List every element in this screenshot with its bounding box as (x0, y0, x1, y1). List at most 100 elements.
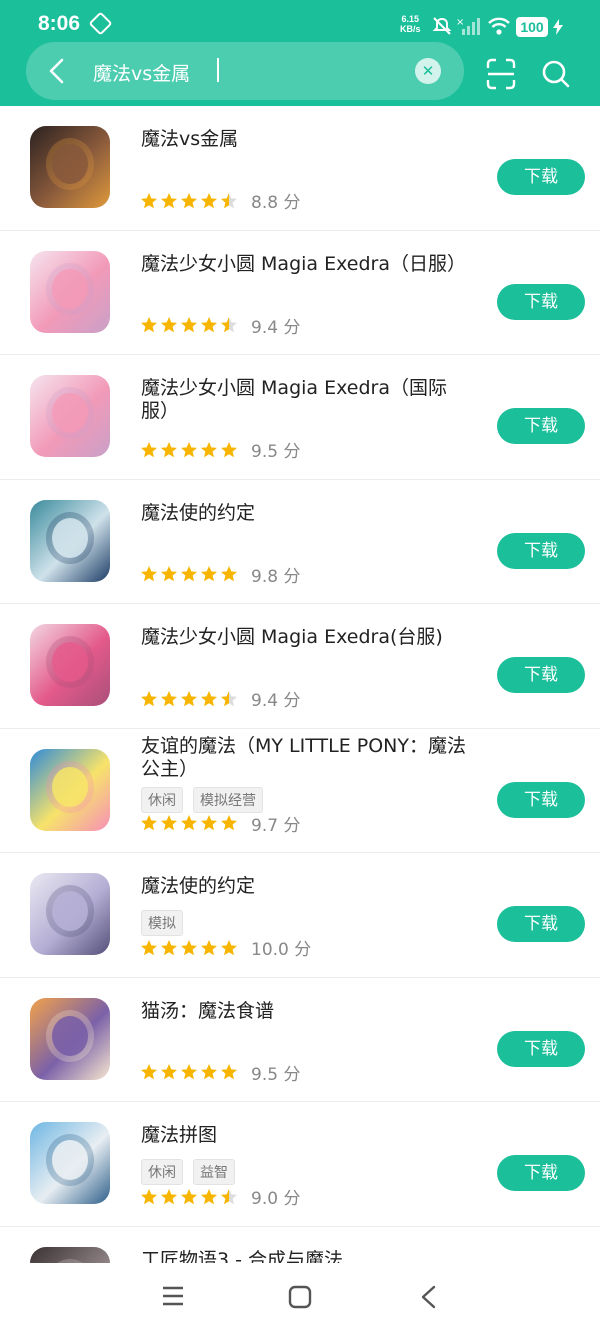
app-name[interactable]: 友谊的魔法（MY LITTLE PONY：魔法公主） (141, 735, 471, 781)
star-icon (141, 441, 157, 457)
svg-text:×: × (456, 17, 464, 28)
app-name[interactable]: 魔法使的约定 (141, 875, 471, 898)
app-score: 8.8 分 (251, 193, 301, 213)
icon-art (52, 144, 88, 184)
app-list-item[interactable]: 魔法使的约定 模拟 10.0 分 下载 (0, 853, 600, 978)
skull-game-icon[interactable] (30, 126, 110, 208)
star-icon (201, 441, 217, 457)
app-rating: 9.7 分 (140, 811, 300, 836)
star-icon (221, 939, 237, 955)
clear-icon[interactable]: ✕ (415, 58, 441, 84)
star-icon (181, 192, 197, 208)
icon-art (52, 642, 88, 682)
menu-icon[interactable] (161, 1285, 185, 1307)
app-rating: 9.5 分 (140, 1060, 300, 1085)
signal-icon: × (456, 17, 480, 35)
app-rating: 10.0 分 (140, 935, 311, 960)
star-rating (140, 690, 238, 708)
icon-art (52, 517, 88, 558)
download-button[interactable]: 下载 (497, 781, 585, 818)
download-button[interactable]: 下载 (497, 906, 585, 942)
app-rating: 9.5 分 (140, 437, 300, 462)
app-name[interactable]: 魔法拼图 (141, 1124, 471, 1147)
anime-boy-icon[interactable] (30, 499, 110, 582)
app-tag: 模拟 (141, 910, 183, 936)
anime-girl-icon[interactable] (30, 624, 110, 706)
star-icon (161, 690, 177, 706)
star-rating (140, 316, 238, 334)
header: 8:06 6.15 KB/s × 100 魔法vs金属 ✕ (0, 0, 600, 106)
star-icon (201, 1064, 217, 1080)
app-list[interactable]: 魔法vs金属 8.8 分下载 魔法少女小圆 Magia Exedra（日服） 9.4 … (0, 106, 600, 1263)
star-icon (201, 192, 217, 208)
star-icon (201, 690, 217, 706)
search-bar[interactable]: 魔法vs金属 ✕ (26, 42, 464, 100)
app-name[interactable]: 猫汤：魔法食谱 (141, 1000, 471, 1023)
star-rating (140, 1188, 238, 1206)
star-icon (201, 317, 217, 333)
cat-wizard-icon[interactable] (30, 997, 110, 1080)
download-button[interactable]: 下载 (497, 657, 585, 693)
star-rating (140, 1063, 238, 1081)
anime-boy-icon[interactable] (30, 873, 110, 955)
scan-icon[interactable] (486, 58, 516, 90)
app-list-item[interactable]: 魔法拼图 休闲 益智 9.0 分 下载 (0, 1102, 600, 1227)
download-button[interactable]: 下载 (497, 1155, 585, 1191)
star-icon (221, 441, 237, 457)
app-rating: 9.4 分 (140, 686, 300, 711)
anime-girl-icon[interactable] (30, 375, 110, 457)
star-icon (161, 1188, 177, 1204)
download-button[interactable]: 下载 (497, 1030, 585, 1067)
home-icon[interactable] (288, 1285, 312, 1309)
search-input[interactable]: 魔法vs金属 (93, 59, 190, 86)
app-list-item[interactable]: 猫汤：魔法食谱 9.5 分 下载 (0, 978, 600, 1102)
back-arrow-icon[interactable] (48, 58, 64, 84)
download-button[interactable]: 下载 (497, 283, 585, 320)
star-rating (140, 939, 238, 957)
app-list-item[interactable]: 魔法少女小圆 Magia Exedra（日服） 9.4 分 下载 (0, 231, 600, 355)
star-rating (140, 814, 238, 832)
app-tag: 休闲 (141, 786, 183, 813)
download-button[interactable]: 下载 (497, 532, 585, 569)
icon-art (52, 766, 88, 807)
download-button[interactable]: 下载 (497, 408, 585, 444)
notification-icon (88, 11, 113, 36)
app-list-item[interactable]: 工匠物语3 - 合成与魔法 (0, 1227, 600, 1264)
system-nav-bar (0, 1263, 600, 1333)
icon-art (52, 268, 88, 309)
app-name[interactable]: 魔法vs金属 (141, 128, 471, 151)
star-icon (201, 1188, 217, 1204)
star-rating (140, 192, 238, 210)
pony-icon[interactable] (30, 748, 110, 831)
star-icon (141, 192, 157, 208)
nav-back-icon[interactable] (420, 1285, 436, 1309)
app-name[interactable]: 魔法使的约定 (141, 502, 471, 525)
app-rating: 9.8 分 (140, 562, 300, 587)
star-rating (140, 565, 238, 583)
wifi-icon (488, 17, 510, 35)
app-name[interactable]: 魔法少女小圆 Magia Exedra（日服） (141, 253, 471, 276)
app-name[interactable]: 魔法少女小圆 Magia Exedra(台服) (141, 626, 471, 649)
app-name[interactable]: 魔法少女小圆 Magia Exedra（国际服） (141, 377, 471, 423)
app-list-item[interactable]: 魔法vs金属 8.8 分 下载 (0, 106, 600, 231)
star-icon (221, 192, 237, 208)
app-list-item[interactable]: 魔法少女小圆 Magia Exedra(台服) 9.4 分 下载 (0, 604, 600, 729)
craftsman-icon[interactable] (30, 1246, 110, 1263)
app-list-item[interactable]: 魔法少女小圆 Magia Exedra（国际服） 9.5 分 下载 (0, 355, 600, 480)
app-rating: 9.4 分 (140, 313, 300, 338)
star-icon (181, 1064, 197, 1080)
app-name[interactable]: 工匠物语3 - 合成与魔法 (141, 1249, 471, 1264)
app-list-item[interactable]: 友谊的魔法（MY LITTLE PONY：魔法公主） 休闲 模拟经营 9.7 分 下载 (0, 729, 600, 853)
status-bar: 8:06 6.15 KB/s × 100 (0, 0, 600, 46)
app-list-item[interactable]: 魔法使的约定 9.8 分 下载 (0, 480, 600, 604)
search-icon[interactable] (541, 58, 571, 90)
app-score: 9.4 分 (251, 317, 301, 338)
anime-girl-icon[interactable] (30, 250, 110, 333)
download-button[interactable]: 下载 (497, 159, 585, 195)
star-icon (181, 317, 197, 333)
app-tag: 益智 (193, 1159, 235, 1185)
cat-puzzle-icon[interactable] (30, 1122, 110, 1204)
star-icon (181, 939, 197, 955)
star-icon (221, 690, 237, 706)
icon-art (52, 393, 88, 433)
